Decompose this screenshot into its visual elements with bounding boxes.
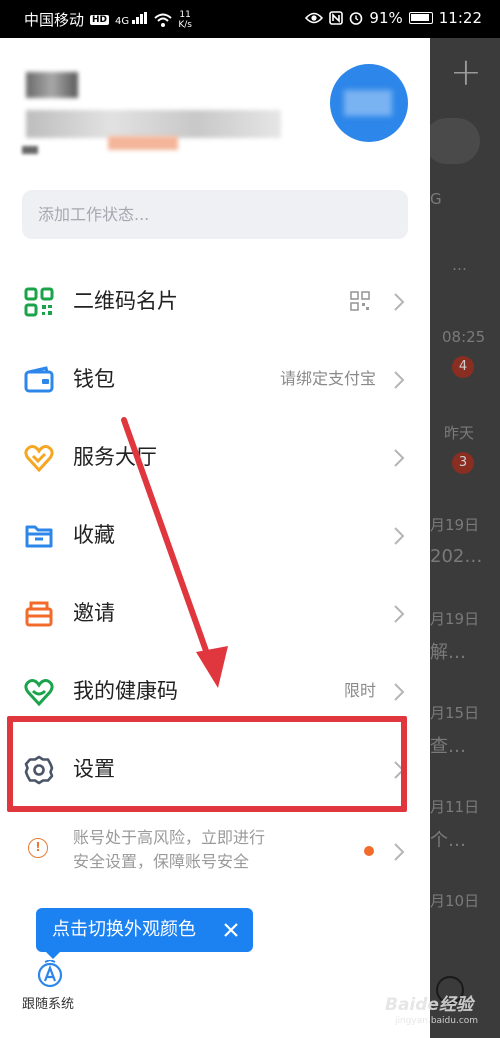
profile-extra-blurred (22, 146, 38, 154)
menu-item-label: 邀请 (73, 601, 115, 625)
chat-time: 月10日 (430, 892, 480, 910)
chat-preview: 查… (430, 736, 466, 757)
appearance-tooltip[interactable]: 点击切换外观颜色 (36, 908, 253, 959)
background-app-panel[interactable]: + G … 08:25 4 昨天 3 月19日 202… 月19日 解… 月15… (430, 38, 500, 1038)
network-speed: 11 K/s (178, 9, 192, 30)
chat-time: 08:25 (442, 328, 486, 346)
account-risk-warning[interactable]: ! 账号处于高风险，立即进行 安全设置，保障账号安全 (0, 824, 430, 880)
settings-highlight-box (7, 716, 407, 812)
menu-item-service-hall[interactable]: 服务大厅 (0, 424, 430, 490)
chevron-right-icon (394, 293, 405, 311)
chevron-right-icon (394, 449, 405, 467)
menu-item-favorites[interactable]: 收藏 (0, 502, 430, 568)
status-bar: 中国移动 HD 4G 11 K/s 91% 11:22 (0, 0, 500, 38)
wallet-hint: 请绑定支付宝 (279, 369, 376, 388)
menu-item-label: 服务大厅 (73, 445, 157, 469)
menu-item-health-code[interactable]: 我的健康码 限时 (0, 658, 430, 724)
chat-preview: 202… (430, 546, 483, 567)
menu-item-invite[interactable]: 邀请 (0, 580, 430, 646)
more-icon[interactable]: … (452, 256, 467, 274)
side-drawer: 添加工作状态... 二维码名片 钱包 请绑定支付宝 服务大厅 收藏 邀请 我的健… (0, 38, 430, 1038)
signal-icon: 4G (115, 12, 148, 27)
close-icon[interactable] (221, 920, 241, 940)
qrcode-small-icon (350, 291, 370, 311)
wifi-icon (154, 13, 173, 27)
unread-badge: 3 (452, 452, 474, 474)
profile-name-blurred (26, 72, 78, 98)
tooltip-text: 点击切换外观颜色 (52, 919, 196, 940)
chevron-right-icon (394, 527, 405, 545)
warning-text: 账号处于高风险，立即进行 安全设置，保障账号安全 (73, 828, 266, 871)
clock: 11:22 (438, 9, 482, 27)
limited-time-tag: 限时 (343, 681, 376, 700)
chat-time: 月11日 (430, 798, 480, 816)
menu-item-label: 二维码名片 (73, 289, 178, 313)
heart-icon (24, 445, 54, 473)
avatar[interactable] (330, 64, 408, 142)
follow-system-label: 跟随系统 (22, 997, 75, 1012)
hd-icon: HD (90, 14, 110, 25)
chevron-right-icon (394, 843, 405, 861)
chat-preview: 个… (430, 830, 466, 851)
menu-item-label: 我的健康码 (73, 679, 178, 703)
chat-time: 月19日 (430, 610, 480, 628)
unread-badge: 4 (452, 356, 474, 378)
work-status-input[interactable]: 添加工作状态... (22, 190, 408, 239)
menu-item-qrcode[interactable]: 二维码名片 (0, 268, 430, 334)
chevron-right-icon (394, 683, 405, 701)
tab-letter: G (430, 190, 442, 208)
chat-time: 昨天 (444, 424, 475, 442)
chat-time: 月19日 (430, 516, 480, 534)
menu-item-wallet[interactable]: 钱包 请绑定支付宝 (0, 346, 430, 412)
qrcode-icon (24, 287, 54, 317)
eye-icon (305, 12, 324, 24)
folder-icon (25, 525, 53, 548)
chat-time: 月15日 (430, 704, 480, 722)
profile-tag-blurred (108, 136, 178, 150)
chevron-right-icon (394, 605, 405, 623)
battery-icon (408, 12, 433, 24)
wallet-icon (24, 366, 54, 393)
menu-item-label: 钱包 (73, 367, 115, 391)
carrier-label: 中国移动 (24, 11, 85, 29)
warning-icon: ! (28, 838, 48, 858)
profile-org-blurred (26, 110, 281, 138)
appearance-auto-icon[interactable] (36, 960, 64, 988)
chevron-right-icon (394, 371, 405, 389)
alarm-icon (350, 12, 363, 25)
menu-item-label: 收藏 (73, 523, 115, 547)
search-pill[interactable] (430, 118, 480, 164)
add-icon[interactable]: + (450, 50, 482, 94)
baidu-jingyan-watermark: Baide经验 jingyan.baidu.com (385, 995, 479, 1026)
envelope-icon (25, 601, 53, 627)
notification-dot (364, 846, 374, 856)
health-code-icon (24, 679, 54, 707)
chat-preview: 解… (430, 642, 466, 663)
nfc-icon (329, 11, 344, 25)
battery-percent: 91% (369, 9, 403, 27)
